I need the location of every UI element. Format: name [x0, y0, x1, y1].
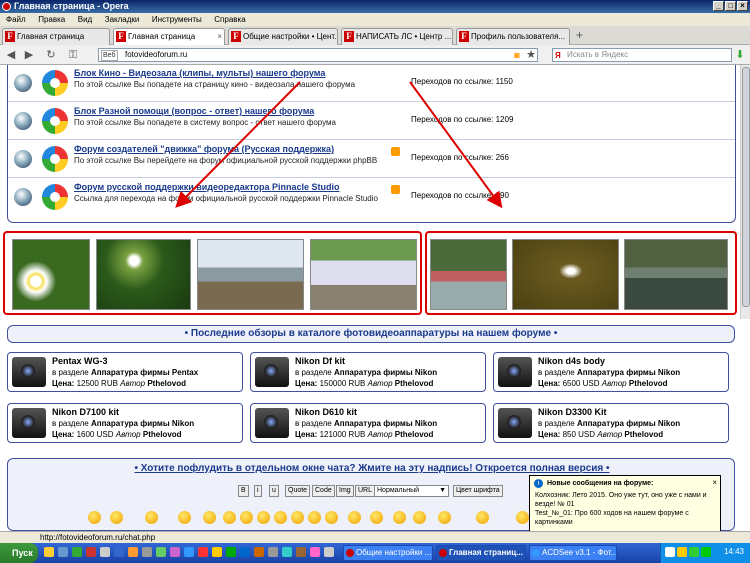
quicklaunch-icon[interactable] [254, 547, 264, 557]
quicklaunch-icon[interactable] [184, 547, 194, 557]
tray-icon[interactable] [689, 547, 699, 557]
quicklaunch-icon[interactable] [268, 547, 278, 557]
quicklaunch-icon[interactable] [212, 547, 222, 557]
acdsee-icon [532, 549, 540, 557]
quicklaunch-icon[interactable] [324, 547, 334, 557]
quicklaunch-icon[interactable] [128, 547, 138, 557]
quicklaunch-icon[interactable] [226, 547, 236, 557]
start-button[interactable]: Пуск [0, 543, 38, 563]
quicklaunch-icon[interactable] [296, 547, 306, 557]
notification-title: Новые сообщения на форуме: [547, 480, 654, 487]
taskbar: Пуск Общие настройки ... Главная страниц… [0, 543, 750, 563]
taskbar-task-active[interactable]: Главная страниц... [436, 545, 526, 561]
status-url: http://fotovideoforum.ru/chat.php [40, 533, 156, 542]
tray-icon[interactable] [665, 547, 675, 557]
quicklaunch-icon[interactable] [240, 547, 250, 557]
status-bar: http://fotovideoforum.ru/chat.php [0, 531, 750, 543]
quicklaunch-icon[interactable] [72, 547, 82, 557]
quicklaunch-icon[interactable] [282, 547, 292, 557]
quicklaunch-icon[interactable] [142, 547, 152, 557]
taskbar-task[interactable]: ACDSee v3.1 - Фот... [529, 545, 617, 561]
quicklaunch-icon[interactable] [100, 547, 110, 557]
opera-icon [346, 549, 354, 557]
notification-line[interactable]: Test_№_01: Про 600 ходов на нашем форуме… [535, 509, 715, 527]
tray-icon[interactable] [677, 547, 687, 557]
quicklaunch-icon[interactable] [170, 547, 180, 557]
info-icon: i [534, 479, 543, 488]
opera-icon [439, 549, 447, 557]
quicklaunch-icon[interactable] [156, 547, 166, 557]
quicklaunch-icon[interactable] [114, 547, 124, 557]
quicklaunch-icon[interactable] [58, 547, 68, 557]
network-icon[interactable] [701, 547, 711, 557]
notification-line[interactable]: Колхозник: Лето 2015. Оно уже тут, оно у… [535, 491, 715, 509]
quicklaunch-icon[interactable] [44, 547, 54, 557]
quicklaunch-icon[interactable] [310, 547, 320, 557]
annotation-arrow [175, 81, 301, 208]
clock: 14:43 [723, 547, 744, 556]
quicklaunch-icon[interactable] [86, 547, 96, 557]
close-icon[interactable]: × [712, 478, 717, 487]
system-tray: 14:43 [660, 543, 750, 563]
quicklaunch-icon[interactable] [198, 547, 208, 557]
annotation-arrow [409, 81, 503, 209]
taskbar-task[interactable]: Общие настройки ... [343, 545, 433, 561]
